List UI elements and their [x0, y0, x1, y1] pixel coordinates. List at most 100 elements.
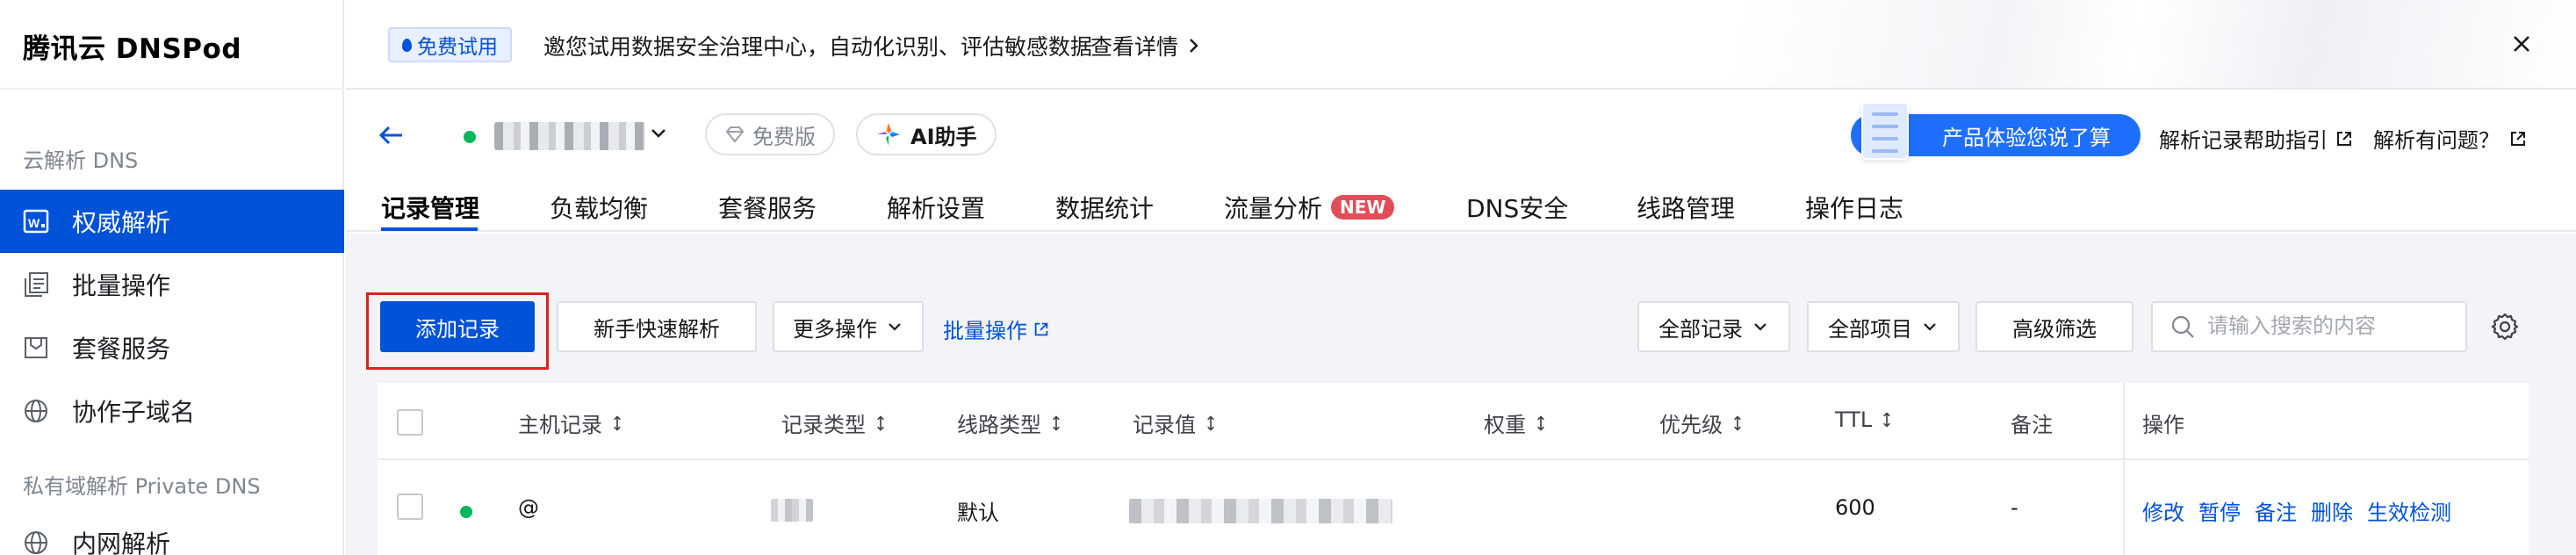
chevron-down-icon[interactable] — [648, 123, 669, 144]
tab-traffic-analysis-label: 流量分析 — [1224, 194, 1323, 223]
column-header-ttl[interactable]: TTL — [1835, 407, 1891, 432]
product-logo: 腾讯云 DNSPod — [23, 33, 242, 65]
more-operations-dropdown[interactable]: 更多操作 — [773, 301, 924, 352]
tab-traffic-analysis[interactable]: 流量分析 NEW — [1224, 190, 1395, 225]
tab-record-management[interactable]: 记录管理 — [381, 190, 479, 225]
column-header-weight[interactable]: 权重 — [1484, 407, 1545, 438]
chevron-right-icon — [1190, 39, 1198, 53]
column-header-value[interactable]: 记录值 — [1133, 407, 1215, 438]
close-icon[interactable] — [2502, 25, 2541, 63]
banner-message: 邀您试用数据安全治理中心，自动化识别、评估敏感数据 — [543, 34, 1093, 60]
question-link[interactable]: 解析有问题？ — [2373, 123, 2528, 154]
quick-parse-button[interactable]: 新手快速解析 — [557, 301, 757, 352]
feedback-label: 产品体验您说了算 — [1942, 125, 2111, 150]
all-records-dropdown[interactable]: 全部记录 — [1637, 301, 1790, 352]
column-header-label: 权重 — [1484, 413, 1526, 437]
cell-ttl: 600 — [1835, 495, 1875, 520]
column-header-ops: 操作 — [2142, 413, 2184, 437]
svg-text:W: W — [28, 216, 40, 230]
more-operations-label: 更多操作 — [793, 316, 877, 342]
cell-host: @ — [518, 495, 539, 520]
sort-icon — [614, 414, 621, 431]
record-tabs: 记录管理 负载均衡 套餐服务 解析设置 数据统计 流量分析 NEW DNS安全 … — [346, 183, 2576, 232]
search-icon — [2171, 315, 2194, 338]
tab-load-balancing[interactable]: 负载均衡 — [550, 190, 648, 225]
ai-assistant-button[interactable]: AI助手 — [856, 113, 997, 155]
modify-link[interactable]: 修改 — [2142, 495, 2184, 526]
sort-icon — [1207, 414, 1214, 431]
gear-icon[interactable] — [2490, 312, 2520, 342]
banner-details-label: 查看详情 — [1090, 34, 1179, 60]
all-projects-label: 全部项目 — [1828, 316, 1912, 342]
sidebar-item-plan-service[interactable]: 套餐服务 — [0, 316, 344, 379]
tab-operation-log[interactable]: 操作日志 — [1805, 190, 1903, 225]
cell-line: 默认 — [957, 501, 999, 525]
column-header-label: 主机记录 — [518, 413, 602, 437]
sidebar-item-batch-ops[interactable]: 批量操作 — [0, 253, 344, 316]
active-tab-indicator — [381, 227, 478, 231]
globe-icon — [23, 398, 49, 424]
sidebar-item-authoritative-dns[interactable]: W 权威解析 — [0, 190, 344, 253]
column-divider — [2123, 383, 2125, 555]
free-trial-tag: 免费试用 — [388, 27, 512, 62]
external-link-icon — [2511, 131, 2525, 146]
package-icon — [23, 335, 49, 361]
delete-link[interactable]: 删除 — [2311, 495, 2353, 526]
all-projects-dropdown[interactable]: 全部项目 — [1807, 301, 1960, 352]
column-header-priority[interactable]: 优先级 — [1659, 407, 1742, 438]
tab-line-management[interactable]: 线路管理 — [1637, 190, 1735, 225]
sidebar-item-intranet-dns[interactable]: 内网解析 — [0, 511, 344, 555]
tab-parse-settings[interactable]: 解析设置 — [887, 190, 985, 225]
globe-icon — [23, 530, 49, 555]
plan-badge-label: 免费版 — [752, 124, 816, 149]
column-header-host[interactable]: 主机记录 — [518, 407, 622, 438]
cell-type-redacted — [771, 499, 813, 522]
column-header-label: 线路类型 — [957, 413, 1041, 437]
domain-name-redacted[interactable] — [494, 122, 645, 150]
plan-badge: 免费版 — [705, 113, 835, 155]
free-trial-tag-label: 免费试用 — [417, 36, 498, 59]
advanced-filter-button[interactable]: 高级筛选 — [1975, 301, 2133, 352]
column-header-label: 记录类型 — [781, 413, 866, 437]
chevron-down-icon — [1754, 323, 1767, 331]
batch-operations-link[interactable]: 批量操作 — [943, 314, 1050, 344]
help-guide-link[interactable]: 解析记录帮助指引 — [2159, 123, 2354, 154]
row-checkbox[interactable] — [397, 494, 423, 520]
promo-banner: 免费试用 邀您试用数据安全治理中心，自动化识别、评估敏感数据 查看详情 — [346, 0, 2576, 90]
sort-icon — [877, 414, 884, 431]
sidebar-group-cloud-dns: 云解析 DNS — [23, 148, 139, 173]
tab-plan-service[interactable]: 套餐服务 — [718, 190, 817, 225]
chevron-down-icon — [1924, 323, 1936, 331]
external-link-icon — [2337, 131, 2351, 146]
sidebar-item-label: 批量操作 — [72, 271, 171, 300]
sort-icon — [1053, 414, 1060, 431]
cell-value-redacted — [1129, 499, 1392, 523]
effect-check-link[interactable]: 生效检测 — [2367, 495, 2451, 526]
sort-icon — [1883, 412, 1891, 428]
domain-w-icon: W — [23, 208, 49, 234]
banner-details-link[interactable]: 查看详情 — [1090, 30, 1203, 61]
remark-link[interactable]: 备注 — [2255, 495, 2297, 526]
sidebar-item-collab-subdomain[interactable]: 协作子域名 — [0, 379, 344, 443]
domain-status-dot — [464, 131, 476, 143]
help-guide-label: 解析记录帮助指引 — [2159, 128, 2328, 153]
app-root: 腾讯云 DNSPod 云解析 DNS W 权威解析 批量操作 套餐服务 协作子域… — [0, 0, 2576, 555]
column-header-line[interactable]: 线路类型 — [957, 407, 1061, 438]
cell-remark: - — [2011, 495, 2018, 520]
column-header-type[interactable]: 记录类型 — [781, 407, 885, 438]
sort-icon — [1734, 414, 1741, 431]
ai-assistant-label: AI助手 — [910, 124, 977, 149]
document-icon — [1861, 102, 1909, 160]
divider — [0, 88, 344, 90]
select-all-checkbox[interactable] — [397, 409, 423, 436]
back-arrow-icon[interactable] — [376, 119, 407, 151]
diamond-icon — [725, 126, 745, 143]
pause-link[interactable]: 暂停 — [2198, 495, 2241, 526]
search-input[interactable] — [2207, 314, 2444, 339]
tab-dns-security[interactable]: DNS安全 — [1466, 190, 1568, 225]
all-records-label: 全部记录 — [1659, 316, 1743, 342]
sidebar-group-private-dns: 私有域解析 Private DNS — [23, 474, 261, 499]
records-table: 主机记录 记录类型 线路类型 记录值 权重 优先级 TTL 备注 操作 @ 默认… — [378, 383, 2529, 555]
tab-statistics[interactable]: 数据统计 — [1055, 190, 1154, 225]
column-header-remark: 备注 — [2011, 413, 2053, 437]
